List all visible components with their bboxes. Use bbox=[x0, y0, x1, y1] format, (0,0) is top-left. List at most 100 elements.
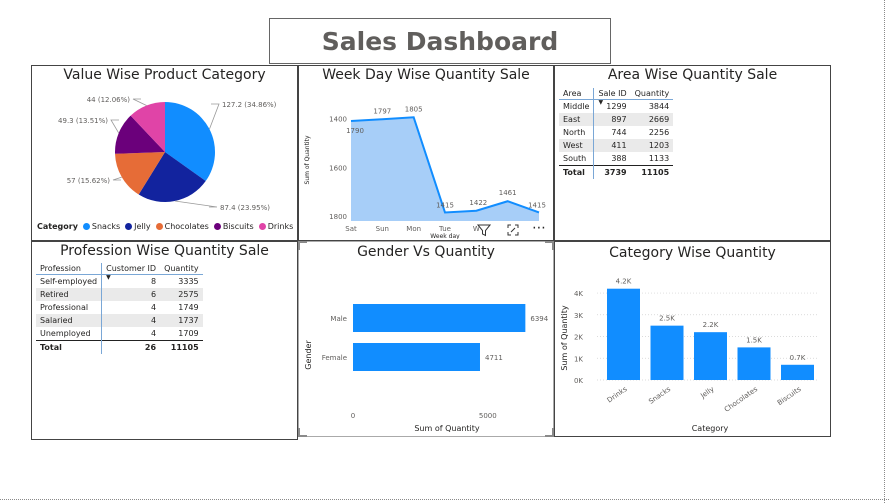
weekday-data-label: 1797 bbox=[373, 107, 391, 115]
weekday-chart-panel[interactable]: Week Day Wise Quantity Sale 1800 1600 1400… bbox=[298, 65, 554, 241]
legend-label-snacks: Snacks bbox=[91, 222, 121, 231]
cell-sale-id: 744 bbox=[611, 128, 627, 137]
weekday-chart-title: Week Day Wise Quantity Sale bbox=[322, 67, 530, 83]
area-table: Area Sale ID ▼ Quantity Middle 1299 3844 Ea… bbox=[559, 88, 674, 179]
profession-table-panel[interactable]: Profession Wise Quantity Sale Profession… bbox=[31, 241, 298, 440]
table-row[interactable]: North 744 2256 bbox=[559, 126, 673, 139]
cell-quantity: 1133 bbox=[648, 154, 670, 163]
table-row[interactable]: East 897 2669 bbox=[559, 113, 674, 126]
canvas-bottom-boundary bbox=[0, 499, 889, 500]
area-col-sale-id[interactable]: Sale ID ▼ bbox=[593, 88, 631, 106]
column-header-label: Customer ID bbox=[106, 264, 157, 273]
weekday-y-tick: 1800 bbox=[329, 213, 347, 221]
weekday-x-tick: Mon bbox=[406, 225, 421, 233]
profession-table-title: Profession Wise Quantity Sale bbox=[60, 243, 269, 259]
column-header-label: Quantity bbox=[634, 89, 670, 98]
cell-sale-id: 897 bbox=[593, 113, 631, 126]
gender-x-tick: 5000 bbox=[479, 412, 497, 420]
gender-bar-chart: 6394 Male 4711 Female 0 5000 Sum of Quantity Ge… bbox=[304, 304, 549, 433]
pie-data-label-chocolates: 57 (15.62%) bbox=[67, 177, 111, 185]
resize-handle-top-right[interactable] bbox=[545, 241, 554, 250]
resize-handle-bottom-right[interactable] bbox=[545, 428, 554, 437]
weekday-data-label: 1461 bbox=[499, 189, 517, 197]
more-options-icon[interactable]: ⋯ bbox=[532, 221, 546, 235]
gender-x-axis-label: Sum of Quantity bbox=[414, 424, 480, 433]
sort-descending-icon[interactable]: ▼ bbox=[106, 275, 111, 281]
legend-item-jelly[interactable]: Jelly bbox=[125, 222, 151, 231]
legend-item-biscuits[interactable]: Biscuits bbox=[213, 222, 254, 231]
weekday-x-tick: Sat bbox=[345, 225, 357, 233]
table-row[interactable]: Self-employed 8 3335 bbox=[36, 274, 203, 288]
resize-handle-bottom-left[interactable] bbox=[298, 428, 307, 437]
pie-chart-panel[interactable]: Value Wise Product Category 127.2 (34.86… bbox=[31, 65, 298, 241]
legend-swatch-jelly bbox=[125, 223, 133, 230]
cell-quantity: 1203 bbox=[630, 139, 674, 152]
gender-chart-panel[interactable]: Gender Vs Quantity 6394 Male 4711 Female 0 50… bbox=[298, 241, 554, 437]
category-data-label-biscuits: 0.7K bbox=[790, 354, 806, 362]
cell-customer-id: 4 bbox=[150, 329, 157, 338]
legend-item-snacks[interactable]: Snacks bbox=[82, 222, 121, 231]
legend-label-chocolates: Chocolates bbox=[164, 222, 209, 231]
pie-chart-title: Value Wise Product Category bbox=[63, 67, 266, 83]
profession-col-quantity[interactable]: Quantity bbox=[160, 263, 203, 275]
focus-mode-icon[interactable] bbox=[506, 223, 520, 237]
cell-total-quantity: 11105 bbox=[630, 165, 674, 179]
table-row[interactable]: South 388 1133 bbox=[559, 152, 673, 166]
legend-label-drinks: Drinks bbox=[267, 222, 294, 231]
category-y-tick: 0K bbox=[574, 377, 583, 385]
category-bar-drinks bbox=[607, 288, 640, 380]
cell-quantity: 1709 bbox=[178, 329, 199, 338]
gender-y-tick-male: Male bbox=[330, 315, 347, 323]
column-header-label: Sale ID bbox=[598, 89, 627, 98]
weekday-data-label: 1415 bbox=[528, 201, 546, 209]
category-chart-panel[interactable]: Category Wise Quantity 0K 1K 2K 3K 4K 4.2K Dri… bbox=[554, 241, 831, 437]
cell-customer-id: 4 bbox=[150, 303, 157, 312]
profession-col-profession[interactable]: Profession bbox=[36, 263, 103, 275]
cell-area: Middle bbox=[559, 99, 595, 113]
category-data-label-drinks: 4.2K bbox=[616, 278, 632, 286]
area-table-title: Area Wise Quantity Sale bbox=[607, 67, 778, 83]
legend-item-chocolates[interactable]: Chocolates bbox=[155, 222, 209, 231]
area-table-panel[interactable]: Area Wise Quantity Sale Area Sale ID ▼ Qu… bbox=[554, 65, 831, 241]
weekday-x-tick: Tue bbox=[438, 225, 451, 233]
table-header-row: Area Sale ID ▼ Quantity bbox=[559, 88, 674, 106]
pie-chart: 127.2 (34.86%) 87.4 (23.95%) 57 (15.62%) 49… bbox=[58, 96, 277, 212]
legend-swatch-snacks bbox=[82, 223, 90, 230]
filter-icon[interactable] bbox=[477, 223, 491, 237]
table-row[interactable]: Salaried 4 1737 bbox=[36, 314, 203, 327]
weekday-y-tick: 1600 bbox=[329, 164, 347, 172]
weekday-data-label: 1805 bbox=[405, 105, 423, 113]
area-col-quantity[interactable]: Quantity bbox=[630, 88, 674, 100]
cell-total-sale-id: 3739 bbox=[593, 165, 631, 179]
cell-profession: Unemployed bbox=[36, 327, 103, 341]
pie-legend: Category Snacks Jelly Chocolates Biscuit… bbox=[37, 222, 293, 231]
table-row[interactable]: Professional 4 1749 bbox=[36, 301, 203, 314]
category-data-label-chocolates: 1.5K bbox=[746, 336, 762, 344]
weekday-y-axis-label: Sum of Quantity bbox=[304, 135, 311, 184]
column-header-label: Profession bbox=[40, 264, 81, 273]
canvas-right-boundary bbox=[884, 0, 885, 503]
area-col-area[interactable]: Area bbox=[559, 88, 595, 100]
cell-customer-id: 4 bbox=[101, 314, 161, 327]
gender-y-axis-label: Gender bbox=[304, 340, 313, 370]
table-row[interactable]: Middle 1299 3844 bbox=[559, 99, 673, 113]
table-row[interactable]: Retired 6 2575 bbox=[36, 288, 203, 301]
cell-total-label: Total bbox=[559, 165, 595, 179]
profession-col-customer-id[interactable]: Customer ID ▼ bbox=[101, 263, 161, 281]
cell-quantity: 2669 bbox=[630, 113, 674, 126]
category-x-tick-jelly: Jelly bbox=[698, 385, 715, 400]
dashboard-title-box: Sales Dashboard bbox=[269, 18, 611, 64]
category-y-tick: 4K bbox=[574, 290, 583, 298]
cell-quantity: 2575 bbox=[160, 288, 203, 301]
pie-leader-line-drinks bbox=[132, 98, 147, 106]
table-row[interactable]: Unemployed 4 1709 bbox=[36, 327, 203, 341]
legend-item-drinks[interactable]: Drinks bbox=[258, 222, 294, 231]
cell-quantity: 1749 bbox=[178, 303, 199, 312]
weekday-x-tick: Sun bbox=[376, 225, 389, 233]
resize-handle-top-left[interactable] bbox=[298, 241, 307, 250]
legend-label-jelly: Jelly bbox=[134, 222, 151, 231]
table-row[interactable]: West 411 1203 bbox=[559, 139, 674, 152]
category-bar-snacks bbox=[650, 325, 684, 380]
cell-total-quantity: 11105 bbox=[160, 340, 203, 354]
sort-descending-icon[interactable]: ▼ bbox=[598, 100, 603, 106]
